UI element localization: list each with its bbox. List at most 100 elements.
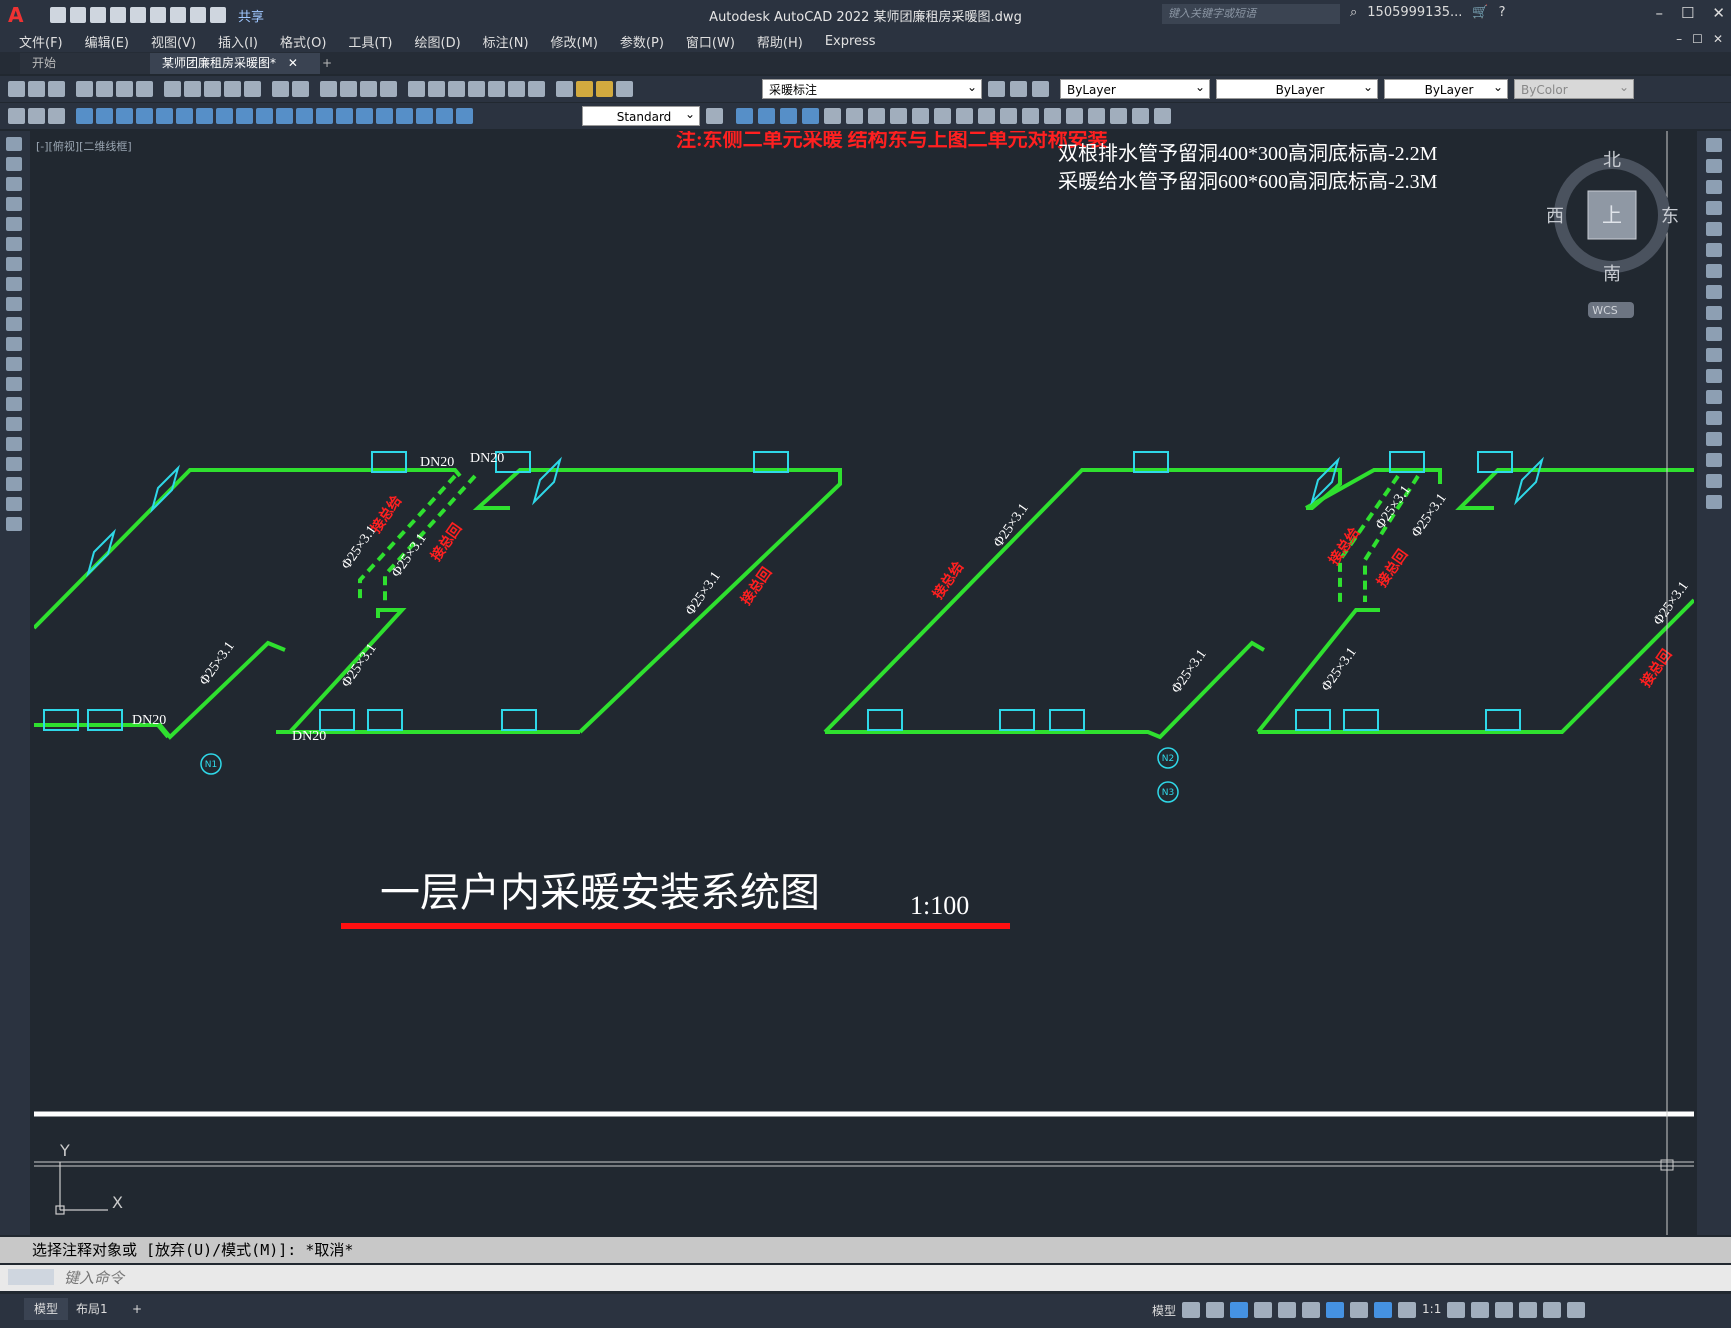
refset-remove-icon[interactable] <box>1066 108 1083 124</box>
fillet-icon[interactable] <box>1706 453 1722 467</box>
menu-edit[interactable]: 编辑(E) <box>74 32 140 51</box>
undo-icon[interactable] <box>190 7 206 23</box>
pan-icon[interactable] <box>320 81 337 97</box>
array-icon[interactable] <box>1706 222 1722 236</box>
point-icon[interactable] <box>6 397 22 411</box>
tab-model[interactable]: 模型 <box>24 1298 69 1320</box>
ellipse-icon[interactable] <box>6 317 22 331</box>
cut-icon[interactable] <box>164 81 181 97</box>
layer-lock-icon[interactable] <box>616 81 633 97</box>
layer-walk-icon[interactable] <box>28 108 45 124</box>
xbind-icon[interactable] <box>1110 108 1127 124</box>
xref-icon[interactable] <box>1088 108 1105 124</box>
publish-icon[interactable] <box>116 81 133 97</box>
linetype-dropdown[interactable]: ByLayer <box>1216 77 1378 99</box>
line-icon[interactable] <box>6 137 22 151</box>
explode-icon[interactable] <box>1706 495 1722 509</box>
redo-icon[interactable] <box>210 7 226 23</box>
break-icon[interactable] <box>1706 390 1722 404</box>
dimension-edit-icon[interactable] <box>416 108 433 124</box>
viewcube-top[interactable]: 上 <box>1602 203 1622 227</box>
layer-on-icon[interactable] <box>576 81 593 97</box>
new-icon[interactable] <box>50 7 66 23</box>
mirror-icon[interactable] <box>1706 180 1722 194</box>
open-icon[interactable] <box>28 81 45 97</box>
save-as-icon[interactable] <box>110 7 126 23</box>
blend-icon[interactable] <box>1706 474 1722 488</box>
center-mark-icon[interactable] <box>356 108 373 124</box>
tab-close-icon[interactable]: ✕ <box>288 56 298 70</box>
quick-dimension-icon[interactable] <box>236 108 253 124</box>
command-prefix-icon[interactable] <box>8 1269 54 1285</box>
markup-icon[interactable] <box>488 81 505 97</box>
revcloud-icon[interactable] <box>6 277 22 291</box>
arc-icon[interactable] <box>6 237 22 251</box>
save-icon[interactable] <box>90 7 106 23</box>
layer-dropdown[interactable]: 采暖标注 <box>762 77 982 99</box>
scale-icon[interactable] <box>1706 285 1722 299</box>
polyline-icon[interactable] <box>6 177 22 191</box>
make-current-icon[interactable] <box>988 81 1005 97</box>
design-center-icon[interactable] <box>428 81 445 97</box>
mtext-icon[interactable] <box>6 497 22 511</box>
layer-properties-icon[interactable] <box>556 81 573 97</box>
plot-preview-icon[interactable] <box>96 81 113 97</box>
help-icon[interactable] <box>528 81 545 97</box>
new-tab-button[interactable]: + <box>310 53 344 74</box>
dimension-space-icon[interactable] <box>296 108 313 124</box>
paste-icon[interactable] <box>204 81 221 97</box>
attach-icon[interactable] <box>890 108 907 124</box>
layer-previous-icon[interactable] <box>1010 81 1027 97</box>
baseline-icon[interactable] <box>256 108 273 124</box>
frames-icon[interactable] <box>956 108 973 124</box>
hatch-icon[interactable] <box>6 417 22 431</box>
rotate-icon[interactable] <box>1706 264 1722 278</box>
reference-edit-icon[interactable] <box>1000 108 1017 124</box>
color-dropdown[interactable]: ByLayer <box>1060 77 1210 99</box>
viewcube-north[interactable]: 北 <box>1603 150 1621 171</box>
menu-format[interactable]: 格式(O) <box>269 32 337 51</box>
close-button[interactable]: ✕ <box>1712 4 1725 22</box>
ordinate-icon[interactable] <box>136 108 153 124</box>
layer-state-icon[interactable] <box>1032 81 1049 97</box>
menu-dimension[interactable]: 标注(N) <box>472 32 540 51</box>
doc-minimize-button[interactable]: – <box>1676 32 1682 46</box>
menu-draw[interactable]: 绘图(D) <box>404 32 472 51</box>
markup-set-icon[interactable] <box>1154 108 1171 124</box>
dimension-update-icon[interactable] <box>456 108 473 124</box>
drawing-canvas[interactable]: 注:东侧二单元采暖 结构东与上图二单元对称安装 双根排水管予留洞400*300高… <box>34 131 1694 1235</box>
drawing-viewport[interactable]: 注:东侧二单元采暖 结构东与上图二单元对称安装 双根排水管予留洞400*300高… <box>34 131 1694 1235</box>
insert-block-icon[interactable] <box>6 357 22 371</box>
layer-previous-icon[interactable] <box>8 108 25 124</box>
refset-add-icon[interactable] <box>1044 108 1061 124</box>
plot-icon[interactable] <box>76 81 93 97</box>
help-icon[interactable]: ? <box>1499 5 1506 20</box>
continue-icon[interactable] <box>276 108 293 124</box>
hyperlink-icon[interactable] <box>1132 108 1149 124</box>
diameter-icon[interactable] <box>196 108 213 124</box>
open-web-icon[interactable] <box>130 7 146 23</box>
add-selected-icon[interactable] <box>6 517 22 531</box>
bring-above-icon[interactable] <box>780 108 797 124</box>
open-icon[interactable] <box>70 7 86 23</box>
osnap-icon[interactable] <box>978 108 995 124</box>
viewport-controls[interactable]: [-][俯视][二维线框] <box>36 138 132 154</box>
add-layout-button[interactable]: + <box>122 1298 152 1320</box>
menu-modify[interactable]: 修改(M) <box>540 32 609 51</box>
redo-icon[interactable] <box>292 81 309 97</box>
maximize-button[interactable]: ☐ <box>1681 4 1694 22</box>
share-button[interactable]: 共享 <box>238 6 264 25</box>
text-to-front-icon[interactable] <box>824 108 841 124</box>
draw-order-front-icon[interactable] <box>736 108 753 124</box>
ortho-icon[interactable] <box>1230 1302 1249 1318</box>
tool-palettes-icon[interactable] <box>448 81 465 97</box>
layer-isolate-icon[interactable] <box>48 108 65 124</box>
workspace-icon[interactable] <box>1447 1302 1466 1318</box>
plotstyle-dropdown[interactable]: ByColor <box>1514 77 1634 99</box>
search-icon[interactable]: ⌕ <box>1350 5 1357 20</box>
dimstyle-dropdown[interactable]: Standard <box>582 104 700 126</box>
clean-screen-icon[interactable] <box>1543 1302 1562 1318</box>
break-at-point-icon[interactable] <box>1706 369 1722 383</box>
customization-icon[interactable] <box>1567 1302 1586 1318</box>
save-ref-icon[interactable] <box>1022 108 1039 124</box>
